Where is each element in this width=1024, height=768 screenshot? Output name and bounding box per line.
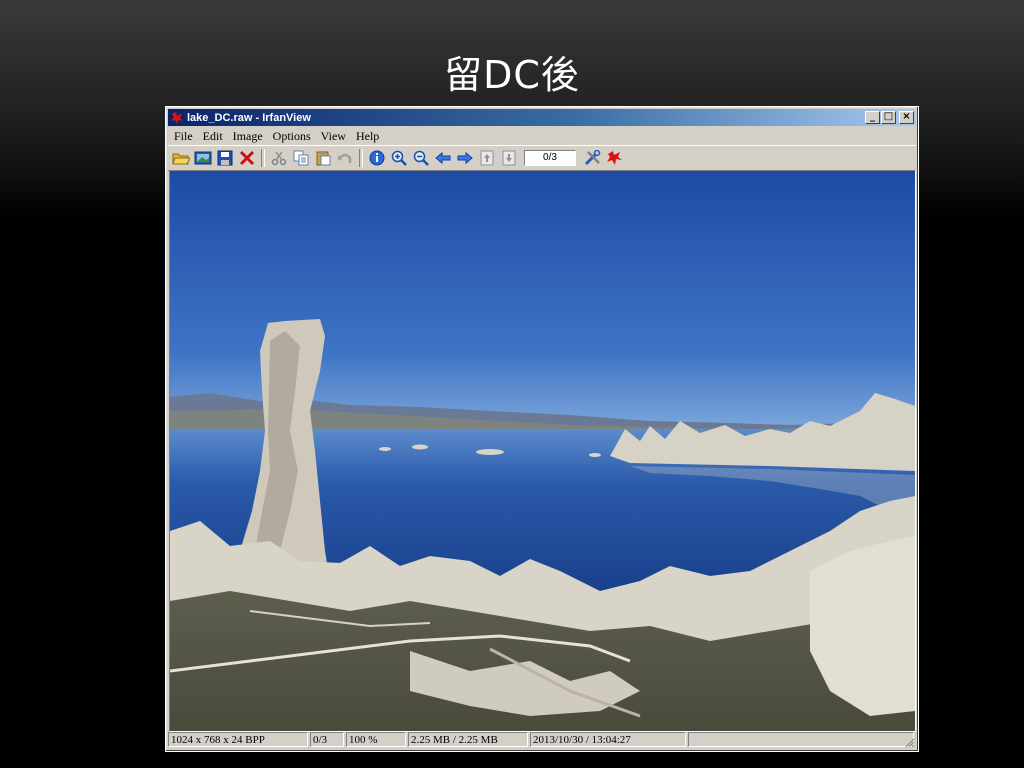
undo-icon[interactable] [335, 148, 355, 168]
delete-icon[interactable] [237, 148, 257, 168]
resize-grip-icon[interactable] [903, 736, 915, 748]
menu-edit[interactable]: Edit [198, 129, 228, 144]
irfanview-window: lake_DC.raw - IrfanView _ □ × File Edit … [165, 106, 919, 752]
lake-photo [170, 171, 915, 731]
paste-icon[interactable] [313, 148, 333, 168]
close-button[interactable]: × [899, 111, 914, 124]
save-icon[interactable] [215, 148, 235, 168]
menu-image[interactable]: Image [228, 129, 268, 144]
last-page-icon[interactable] [499, 148, 519, 168]
menu-file[interactable]: File [168, 129, 198, 144]
status-page: 0/3 [310, 732, 344, 747]
image-view[interactable] [169, 170, 916, 732]
first-page-icon[interactable] [477, 148, 497, 168]
zoom-out-icon[interactable] [411, 148, 431, 168]
status-dimensions: 1024 x 768 x 24 BPP [168, 732, 308, 747]
slideshow-icon[interactable] [193, 148, 213, 168]
zoom-in-icon[interactable] [389, 148, 409, 168]
status-empty [688, 732, 914, 747]
maximize-button[interactable]: □ [881, 111, 896, 124]
menu-bar: File Edit Image Options View Help [168, 127, 916, 145]
status-datetime: 2013/10/30 / 13:04:27 [530, 732, 686, 747]
menu-options[interactable]: Options [268, 129, 316, 144]
toolbar: 0/3 [168, 145, 916, 171]
page-indicator-field[interactable]: 0/3 [524, 150, 576, 166]
window-title: lake_DC.raw - IrfanView [187, 111, 311, 124]
info-icon[interactable] [367, 148, 387, 168]
properties-icon[interactable] [583, 148, 603, 168]
menu-view[interactable]: View [316, 129, 351, 144]
toolbar-separator [359, 149, 363, 167]
exit-icon[interactable] [605, 148, 625, 168]
status-bar: 1024 x 768 x 24 BPP 0/3 100 % 2.25 MB / … [168, 732, 916, 749]
status-file-size: 2.25 MB / 2.25 MB [408, 732, 528, 747]
slide-title: 留DC後 [444, 53, 580, 97]
copy-icon[interactable] [291, 148, 311, 168]
status-zoom: 100 % [346, 732, 406, 747]
title-bar[interactable]: lake_DC.raw - IrfanView _ □ × [168, 109, 916, 126]
irfanview-app-icon[interactable] [170, 111, 184, 125]
previous-icon[interactable] [433, 148, 453, 168]
open-folder-icon[interactable] [171, 148, 191, 168]
toolbar-separator [261, 149, 265, 167]
minimize-button[interactable]: _ [865, 111, 880, 124]
next-icon[interactable] [455, 148, 475, 168]
cut-icon[interactable] [269, 148, 289, 168]
menu-help[interactable]: Help [351, 129, 384, 144]
